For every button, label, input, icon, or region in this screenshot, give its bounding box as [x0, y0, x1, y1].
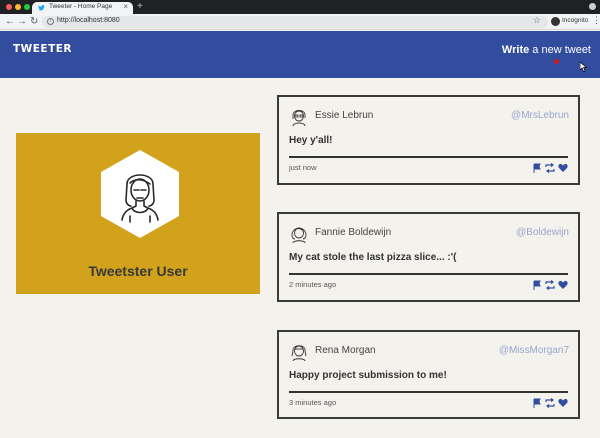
tweet-divider	[289, 156, 568, 158]
tab-close-icon[interactable]: ×	[123, 2, 128, 11]
tweet-author[interactable]: Rena Morgan	[315, 345, 376, 356]
mouse-cursor-icon	[580, 62, 588, 72]
close-window-button[interactable]	[6, 4, 12, 10]
tweet-divider	[289, 391, 568, 393]
tweet-timestamp: 2 minutes ago	[289, 280, 337, 289]
tweet-timestamp: just now	[289, 163, 317, 172]
tweet-text: Hey y'all!	[289, 135, 333, 146]
browser-titlebar: Tweeter - Home Page × +	[0, 0, 600, 14]
write-link-rest: a new tweet	[529, 44, 591, 56]
browser-profile-icon[interactable]	[589, 3, 596, 10]
profile-card: Tweetster User	[16, 133, 260, 294]
minimize-window-button[interactable]	[15, 4, 21, 10]
profile-avatar	[101, 150, 179, 238]
reload-icon[interactable]: ↻	[30, 15, 38, 29]
maximize-window-button[interactable]	[24, 4, 30, 10]
heart-icon[interactable]	[558, 280, 568, 290]
flag-icon[interactable]	[532, 163, 542, 173]
tweet-handle[interactable]: @Boldewijn	[516, 227, 569, 238]
info-icon[interactable]: i	[47, 18, 54, 25]
tweet-divider	[289, 273, 568, 275]
forward-arrow-icon[interactable]: →	[17, 15, 27, 29]
retweet-icon[interactable]	[545, 280, 555, 290]
url-text[interactable]: http://localhost:8080	[57, 17, 120, 24]
retweet-icon[interactable]	[545, 398, 555, 408]
retweet-icon[interactable]	[545, 163, 555, 173]
new-tab-button[interactable]: +	[137, 0, 143, 14]
flag-icon[interactable]	[532, 398, 542, 408]
browser-tab[interactable]: Tweeter - Home Page ×	[32, 2, 133, 14]
twitter-bird-icon	[38, 5, 45, 11]
app-logo[interactable]: TWEETER	[13, 43, 72, 55]
tweet-text: Happy project submission to me!	[289, 370, 447, 381]
heart-icon[interactable]	[558, 163, 568, 173]
avatar-icon	[292, 110, 306, 126]
avatar-icon	[291, 345, 307, 361]
back-arrow-icon[interactable]: ←	[5, 15, 15, 29]
tab-title: Tweeter - Home Page	[49, 3, 113, 10]
avatar-icon	[291, 227, 307, 243]
tweet-text: My cat stole the last pizza slice... :'(	[289, 252, 457, 263]
app-header: TWEETER Write a new tweet	[0, 31, 600, 78]
write-link-bold: Write	[501, 44, 530, 56]
incognito-icon	[551, 17, 560, 26]
browser-toolbar: ← → ↻ i http://localhost:8080 ☆ Incognit…	[0, 14, 600, 30]
profile-name: Tweetster User	[88, 263, 188, 279]
browser-menu-icon[interactable]: ⋮	[592, 15, 600, 26]
tweet-card: Fannie Boldewijn @Boldewijn My cat stole…	[277, 212, 580, 302]
bookmark-star-icon[interactable]: ☆	[533, 15, 541, 26]
tweet-actions	[532, 163, 568, 175]
address-bar[interactable]: i http://localhost:8080 ☆	[42, 15, 548, 28]
tweet-author[interactable]: Essie Lebrun	[315, 110, 373, 121]
heart-icon[interactable]	[558, 398, 568, 408]
write-new-tweet-link[interactable]: Write a new tweet	[502, 44, 591, 56]
flag-icon[interactable]	[532, 280, 542, 290]
tweet-handle[interactable]: @MissMorgan7	[499, 345, 569, 356]
tweet-actions	[532, 398, 568, 410]
tweet-author[interactable]: Fannie Boldewijn	[315, 227, 391, 238]
incognito-label: Incognito	[562, 17, 589, 24]
cursor-indicator-dot	[554, 59, 559, 64]
tweet-card: Rena Morgan @MissMorgan7 Happy project s…	[277, 330, 580, 419]
tweet-timestamp: 3 minutes ago	[289, 398, 337, 407]
tweet-actions	[532, 280, 568, 292]
tweet-card: Essie Lebrun @MrsLebrun Hey y'all! just …	[277, 95, 580, 185]
tweet-handle[interactable]: @MrsLebrun	[511, 110, 569, 121]
